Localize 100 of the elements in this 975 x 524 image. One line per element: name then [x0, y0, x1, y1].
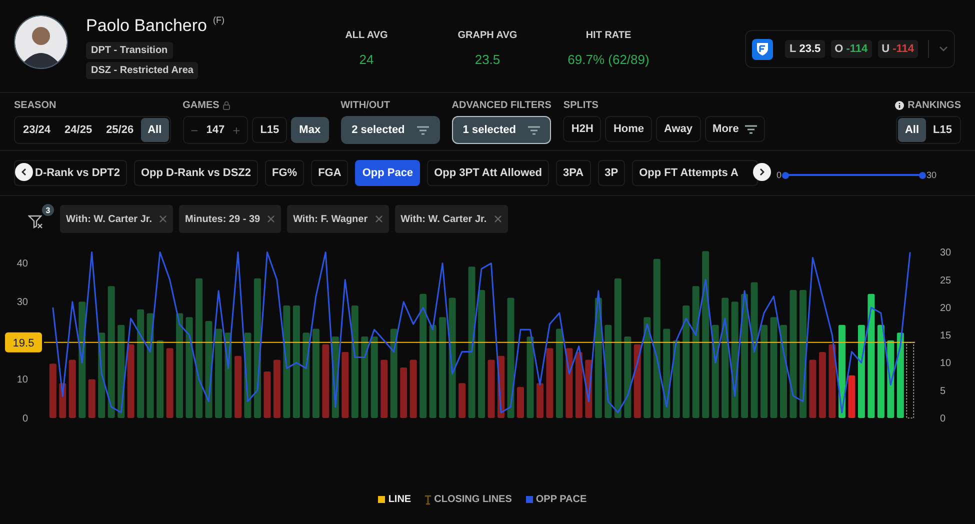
filter-chip[interactable]: With: W. Carter Jr.: [394, 205, 508, 233]
filter-label: SPLITS: [563, 100, 600, 111]
scroll-right-button[interactable]: [753, 163, 771, 181]
stat-value: 23.5: [474, 52, 500, 67]
stat-label: HIT RATE: [586, 30, 632, 41]
bar: [566, 348, 573, 418]
split-option[interactable]: More: [704, 116, 765, 142]
player-avatar: [14, 15, 68, 69]
bar: [848, 375, 856, 418]
split-option[interactable]: Home: [605, 116, 652, 142]
stat-chip[interactable]: 3PA: [556, 160, 591, 186]
games-count: 147: [206, 124, 225, 136]
bar: [575, 352, 582, 418]
bar: [342, 352, 349, 418]
filter-label: GAMES: [182, 100, 220, 111]
stat-chip[interactable]: Opp D-Rank vs DSZ2: [134, 160, 258, 186]
axis-label: 15: [940, 330, 952, 342]
filter-label: RANKINGS: [908, 100, 961, 111]
bar: [458, 383, 466, 418]
axis-label: 20: [940, 302, 952, 314]
games-option[interactable]: L15: [252, 117, 288, 143]
close-icon[interactable]: [159, 215, 168, 223]
filter-icon: [416, 126, 429, 134]
segment-option[interactable]: All: [140, 118, 169, 142]
over-odds: O -114: [830, 40, 872, 58]
bar: [410, 360, 417, 418]
filter-dropdown[interactable]: 1 selected: [452, 116, 552, 144]
filter-chip[interactable]: With: F. Wagner: [287, 205, 389, 233]
segment-option[interactable]: L15: [926, 118, 959, 142]
bar: [264, 371, 271, 418]
filter-chip[interactable]: With: W. Carter Jr.: [60, 205, 174, 233]
bar: [380, 360, 388, 418]
line-value-badge: 19.5: [5, 332, 42, 352]
stat-value: 69.7% (62/89): [568, 52, 650, 67]
filter-chip[interactable]: Minutes: 29 - 39: [179, 205, 282, 233]
bar: [88, 379, 96, 418]
segment-option[interactable]: All: [898, 118, 926, 142]
legend-label: OPP PACE: [536, 494, 587, 505]
bar: [818, 352, 826, 418]
axis-label: 30: [940, 248, 952, 259]
stat-chip[interactable]: FG%: [265, 160, 304, 186]
player-name: Paolo Banchero: [86, 16, 207, 36]
bar: [536, 383, 544, 418]
stat-chip[interactable]: FGA: [311, 160, 348, 186]
axis-label: 10: [16, 374, 28, 386]
bar: [68, 360, 76, 418]
under-odds: U -114: [878, 40, 918, 58]
filter-icon: [744, 124, 757, 134]
bar: [517, 386, 524, 418]
filter-count-badge: 3: [42, 204, 54, 216]
legend-swatch: [526, 496, 533, 503]
axis-label: 10: [940, 358, 952, 370]
range-max: 30: [926, 170, 936, 180]
shield-logo-icon: [752, 38, 774, 60]
segment-option[interactable]: 25/26: [99, 118, 141, 142]
filter-icon: [528, 126, 540, 134]
lock-icon: [223, 101, 230, 110]
stat-chip[interactable]: D-Rank vs DPT2: [14, 160, 127, 186]
legend-label: LINE: [388, 494, 412, 505]
axis-label: 0: [940, 414, 946, 424]
bar: [49, 364, 56, 418]
filter-dropdown[interactable]: 2 selected: [340, 116, 440, 144]
legend-label: CLOSING LINES: [434, 494, 512, 505]
chevron-right-icon: [759, 168, 765, 176]
scroll-left-button[interactable]: [15, 163, 33, 181]
close-icon[interactable]: [494, 215, 502, 223]
segment-option[interactable]: 23/24: [16, 118, 58, 142]
axis-label: 0: [22, 414, 28, 424]
player-tag: DSZ - Restricted Area: [86, 62, 198, 79]
split-option[interactable]: H2H: [563, 116, 602, 142]
bar: [234, 356, 242, 418]
filter-label: WITH/OUT: [340, 100, 392, 111]
filter-label: SEASON: [14, 100, 58, 111]
ref-line-label: 19.5: [12, 337, 34, 350]
axis-label: 5: [940, 386, 946, 397]
bar: [546, 348, 554, 418]
bar: [809, 360, 816, 418]
range-min: 0: [776, 170, 782, 180]
bar: [166, 348, 174, 418]
stat-chip[interactable]: 3P: [598, 160, 626, 186]
stat-label: ALL AVG: [345, 30, 388, 41]
player-tag: DPT - Transition: [86, 42, 173, 59]
games-option[interactable]: Max: [291, 117, 329, 143]
axis-label: 40: [16, 258, 28, 270]
filter-label: ADVANCED FILTERS: [452, 100, 552, 111]
close-icon[interactable]: [374, 215, 383, 223]
bar: [400, 368, 408, 418]
filter-clear-icon[interactable]: [28, 214, 44, 230]
bar: [273, 360, 280, 418]
axis-label: 25: [940, 275, 952, 286]
stat-chip[interactable]: Opp 3PT Att Allowed: [427, 160, 550, 186]
stat-label: GRAPH AVG: [458, 30, 518, 41]
info-icon[interactable]: [894, 101, 904, 110]
close-icon[interactable]: [267, 215, 276, 223]
chevron-down-icon[interactable]: [939, 46, 948, 52]
segment-option[interactable]: 24/25: [58, 118, 100, 142]
split-option[interactable]: Away: [656, 116, 701, 142]
bar: [488, 360, 495, 418]
stat-chip[interactable]: Opp Pace: [355, 160, 420, 186]
closing-line-marker-icon: [425, 494, 432, 504]
